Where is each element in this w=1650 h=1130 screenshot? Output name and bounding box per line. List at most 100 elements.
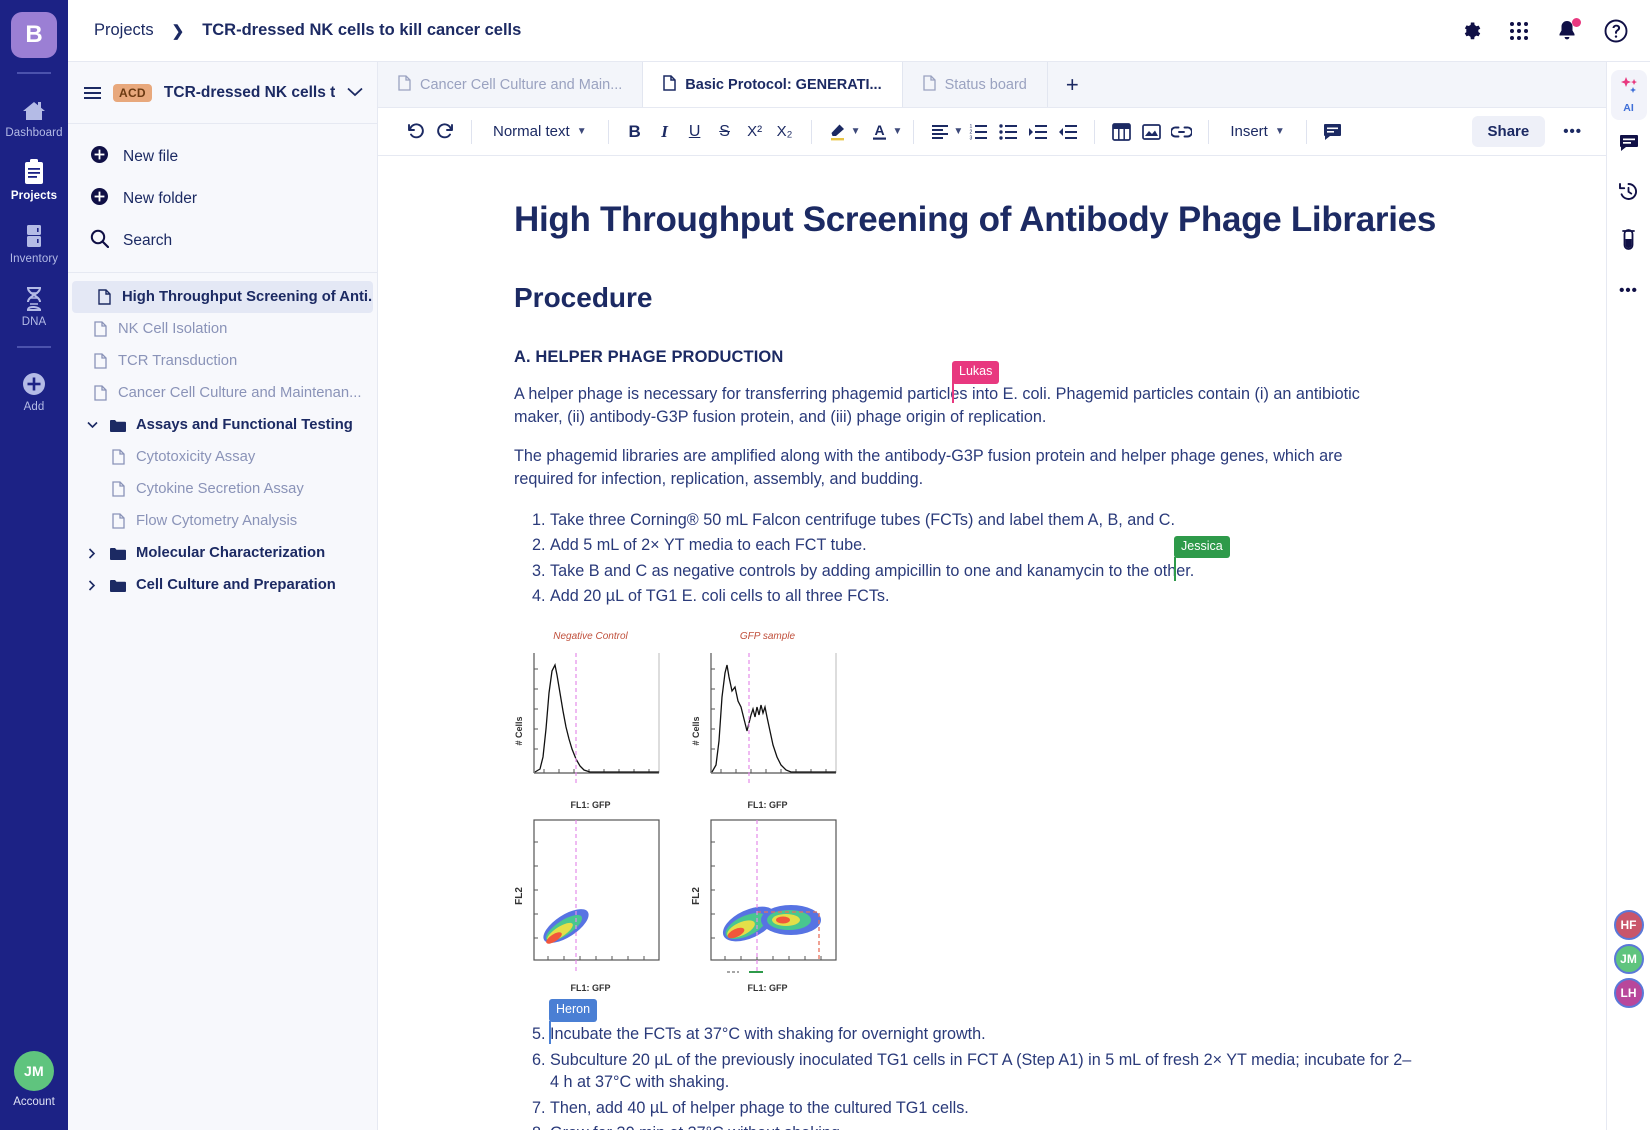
collaborator-avatar[interactable]: HF (1613, 910, 1644, 940)
tree-item-file[interactable]: Cytokine Secretion Assay (68, 473, 377, 505)
tree-item-folder[interactable]: Cell Culture and Preparation (68, 569, 377, 601)
rail-item-add[interactable]: Add (0, 354, 68, 417)
rail-item-projects[interactable]: Projects (0, 143, 68, 206)
add-comment-button[interactable] (1318, 117, 1348, 147)
app-logo[interactable]: B (11, 12, 57, 58)
new-tab-button[interactable]: + (1048, 62, 1097, 107)
samples-panel-button[interactable] (1611, 220, 1647, 264)
underline-button[interactable]: U (680, 117, 710, 147)
help-circle-icon[interactable] (1604, 19, 1628, 43)
bell-icon[interactable] (1556, 17, 1581, 43)
ordered-list-button[interactable]: 123 (963, 117, 993, 147)
tree-item-file[interactable]: Cancer Cell Culture and Maintenan... (68, 377, 377, 409)
tree-item-folder[interactable]: Molecular Characterization (68, 537, 377, 569)
breadcrumb-projects[interactable]: Projects (94, 21, 154, 40)
rail-item-dna[interactable]: DNA (0, 269, 68, 332)
align-button[interactable] (925, 117, 955, 147)
tab-cancer-cell-culture[interactable]: Cancer Cell Culture and Main... (378, 62, 644, 107)
highlight-color-button[interactable] (823, 117, 853, 147)
insert-link-button[interactable] (1166, 117, 1197, 147)
rail-item-label: Projects (10, 190, 58, 202)
tree-item-file[interactable]: NK Cell Isolation (68, 313, 377, 345)
tab-label: Basic Protocol: GENERATI... (685, 76, 882, 93)
chevron-right-icon[interactable] (84, 547, 100, 559)
outdent-button[interactable] (1053, 117, 1083, 147)
new-file-label: New file (123, 148, 179, 165)
svg-text:3: 3 (969, 135, 972, 139)
text-style-dropdown[interactable]: Normal text ▼ (483, 117, 597, 147)
dna-icon (22, 278, 46, 312)
ai-assistant-button[interactable]: AI (1610, 70, 1647, 120)
figure-panel-negative-control-hist: Negative Control # Cells FL1: GFP (514, 631, 667, 810)
rail-item-inventory[interactable]: Inventory (0, 206, 68, 269)
flow-cytometry-figure[interactable]: Negative Control # Cells FL1: GFP GFP sa… (514, 631, 844, 993)
tree-item-file[interactable]: Flow Cytometry Analysis (68, 505, 377, 537)
avatar: JM (14, 1051, 54, 1091)
tree-item-file[interactable]: High Throughput Screening of Anti... (72, 281, 373, 313)
comments-panel-button[interactable] (1611, 124, 1647, 168)
paragraph-2: The phagemid libraries are amplified alo… (514, 447, 1343, 488)
test-tube-icon (1620, 228, 1637, 256)
indent-button[interactable] (1023, 117, 1053, 147)
rail-item-dashboard[interactable]: Dashboard (0, 80, 68, 143)
file-icon (92, 385, 108, 401)
subscript-button[interactable]: X₂ (770, 117, 800, 147)
collaborator-avatar[interactable]: JM (1613, 944, 1644, 974)
document-area: Cancer Cell Culture and Main... Basic Pr… (378, 62, 1606, 1130)
chevron-down-icon[interactable]: ▼ (893, 126, 903, 137)
gear-icon[interactable] (1458, 19, 1482, 43)
tab-status-board[interactable]: Status board (903, 62, 1048, 107)
tab-label: Status board (944, 76, 1027, 93)
list-item: Add 5 mL of 2× YT media to each FCT tube… (550, 534, 1414, 556)
tree-item-label: Cell Culture and Preparation (136, 577, 336, 593)
folder-icon (110, 419, 126, 432)
text-color-button[interactable]: A (865, 117, 895, 147)
panel-xlabel: FL1: GFP (747, 800, 788, 811)
file-icon (92, 353, 108, 369)
new-folder-button[interactable]: New folder (68, 178, 377, 220)
insert-dropdown[interactable]: Insert ▼ (1220, 117, 1294, 147)
insert-image-button[interactable] (1136, 117, 1166, 147)
file-icon (110, 481, 126, 497)
tab-basic-protocol[interactable]: Basic Protocol: GENERATI... (643, 62, 903, 107)
share-button[interactable]: Share (1471, 116, 1546, 147)
chevron-right-icon[interactable] (84, 579, 100, 591)
hamburger-icon[interactable] (84, 86, 101, 99)
chevron-down-icon[interactable] (347, 84, 363, 102)
strikethrough-button[interactable]: S (710, 117, 740, 147)
project-header: ACD TCR-dressed NK cells to k... (68, 62, 377, 124)
rail-divider (17, 72, 51, 74)
tree-item-file[interactable]: Cytotoxicity Assay (68, 441, 377, 473)
document-canvas[interactable]: High Throughput Screening of Antibody Ph… (378, 156, 1606, 1130)
collaborator-avatar[interactable]: LH (1613, 978, 1644, 1008)
clipboard-icon (22, 152, 46, 186)
breadcrumb-separator-icon: ❯ (171, 22, 185, 40)
undo-button[interactable] (400, 117, 430, 147)
chevron-down-icon[interactable]: ▼ (953, 126, 963, 137)
header-icon-group (1458, 17, 1628, 43)
tree-item-file[interactable]: TCR Transduction (68, 345, 377, 377)
svg-text:# Cells: # Cells (514, 717, 524, 746)
search-button[interactable]: Search (68, 220, 377, 262)
toolbar-more-button[interactable]: ••• (1553, 117, 1592, 147)
svg-text:# Cells: # Cells (691, 717, 701, 746)
panel-plot: # Cells (691, 653, 837, 786)
apps-grid-icon[interactable] (1508, 20, 1530, 42)
new-file-button[interactable]: New file (68, 136, 377, 178)
insert-table-button[interactable] (1106, 117, 1136, 147)
fridge-icon (23, 215, 45, 249)
file-icon (922, 74, 936, 95)
document-title: High Throughput Screening of Antibody Ph… (514, 200, 1436, 239)
chevron-down-icon[interactable]: ▼ (851, 126, 861, 137)
redo-button[interactable] (430, 117, 460, 147)
file-tree: High Throughput Screening of Anti... NK … (68, 273, 377, 1130)
italic-button[interactable]: I (650, 117, 680, 147)
account-button[interactable]: JM Account (13, 1051, 55, 1130)
bold-button[interactable]: B (620, 117, 650, 147)
chevron-down-icon[interactable] (84, 421, 100, 429)
bullet-list-button[interactable] (993, 117, 1023, 147)
superscript-button[interactable]: X² (740, 117, 770, 147)
tree-item-folder[interactable]: Assays and Functional Testing (68, 409, 377, 441)
version-history-button[interactable] (1611, 172, 1647, 216)
right-rail-more-button[interactable]: ••• (1611, 268, 1647, 312)
